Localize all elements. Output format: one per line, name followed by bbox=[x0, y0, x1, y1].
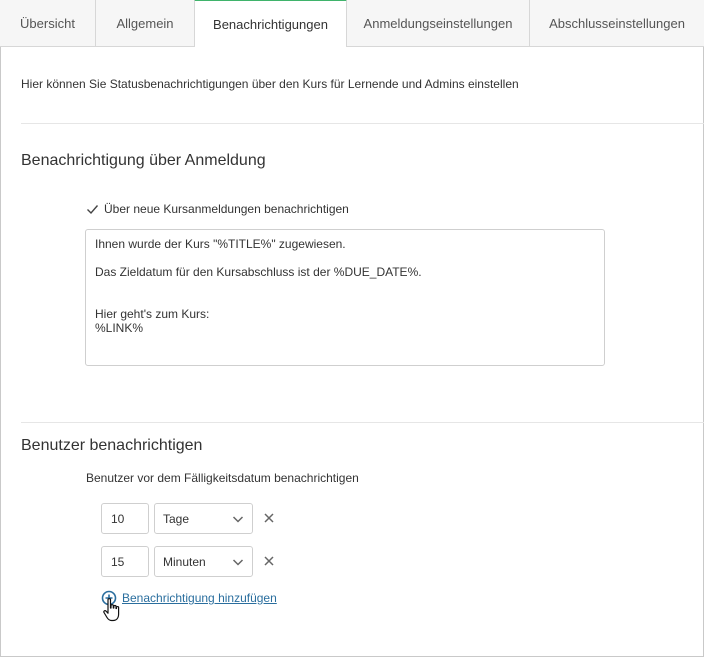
tab-benachrichtigungen[interactable]: Benachrichtigungen bbox=[194, 0, 347, 47]
close-icon[interactable] bbox=[262, 554, 276, 568]
tab-allgemein[interactable]: Allgemein bbox=[96, 0, 195, 47]
reminder-unit-value: Tage bbox=[163, 511, 190, 526]
add-notification-row[interactable]: Benachrichtigung hinzufügen bbox=[101, 590, 277, 606]
hand-cursor-icon bbox=[103, 598, 120, 622]
chevron-down-icon bbox=[232, 516, 244, 523]
enrollment-checkbox-label: Über neue Kursanmeldungen benachrichtige… bbox=[104, 202, 349, 216]
reminder-amount-input[interactable]: 10 bbox=[101, 503, 149, 534]
tab-bar: Übersicht Allgemein Benachrichtigungen A… bbox=[0, 0, 704, 47]
chevron-down-icon bbox=[232, 559, 244, 566]
enrollment-checkbox-row[interactable]: Über neue Kursanmeldungen benachrichtige… bbox=[86, 202, 349, 216]
notify-sub-label: Benutzer vor dem Fälligkeitsdatum benach… bbox=[86, 471, 359, 485]
reminder-unit-select[interactable]: Tage bbox=[154, 503, 253, 534]
tab-uebersicht[interactable]: Übersicht bbox=[0, 0, 96, 47]
section-divider bbox=[21, 422, 704, 423]
reminder-unit-select[interactable]: Minuten bbox=[154, 546, 253, 577]
reminder-amount-input[interactable]: 15 bbox=[101, 546, 149, 577]
tab-anmeldungseinstellungen[interactable]: Anmeldungseinstellungen bbox=[347, 0, 530, 47]
enrollment-message-textarea[interactable]: Ihnen wurde der Kurs "%TITLE%" zugewiese… bbox=[85, 229, 605, 366]
section-divider bbox=[21, 123, 704, 124]
notify-section-title: Benutzer benachrichtigen bbox=[21, 437, 203, 454]
close-icon[interactable] bbox=[262, 511, 276, 525]
tab-abschlusseinstellungen[interactable]: Abschlusseinstellungen bbox=[530, 0, 704, 47]
reminder-unit-value: Minuten bbox=[163, 554, 206, 569]
enrollment-section-title: Benachrichtigung über Anmeldung bbox=[21, 152, 266, 169]
checkbox-checked-icon[interactable] bbox=[86, 203, 99, 216]
add-notification-link[interactable]: Benachrichtigung hinzufügen bbox=[122, 591, 277, 605]
intro-text: Hier können Sie Statusbenachrichtigungen… bbox=[21, 77, 519, 91]
